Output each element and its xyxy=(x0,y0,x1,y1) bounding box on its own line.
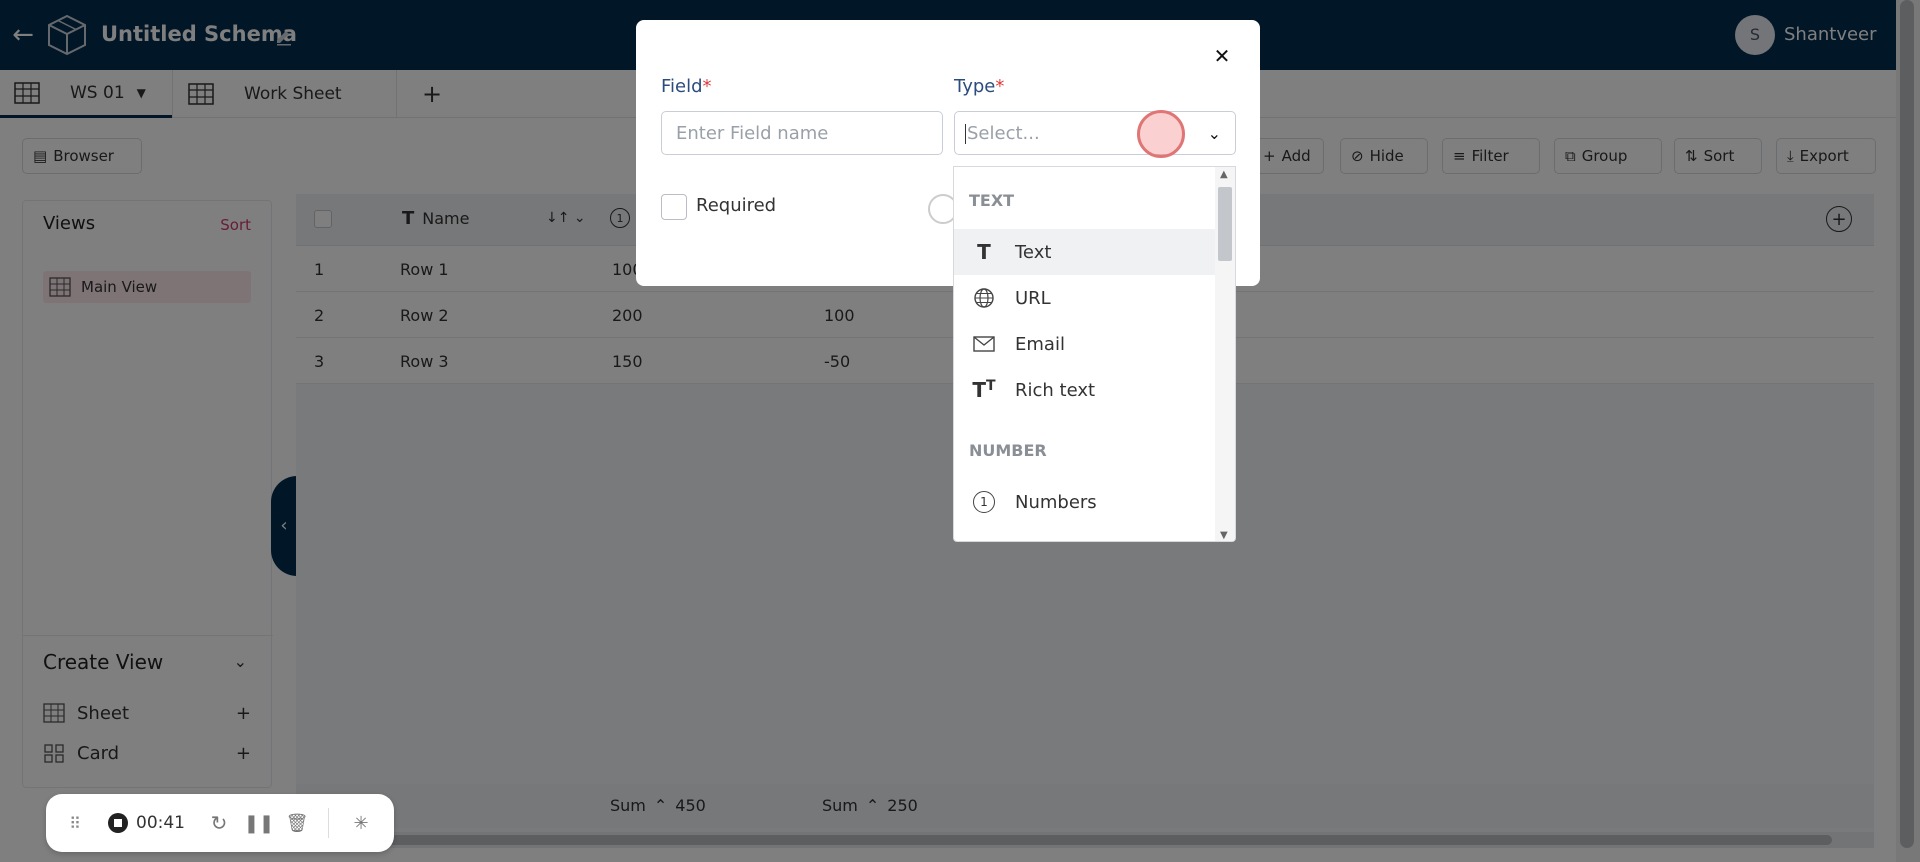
option-label: Rich text xyxy=(1015,379,1096,401)
scroll-thumb[interactable] xyxy=(1218,187,1232,261)
close-icon[interactable]: ✕ xyxy=(1210,44,1234,68)
type-dropdown-menu: TEXT T Text URL Email TT Rich text NUMBE… xyxy=(953,166,1236,542)
click-effect-icon[interactable]: ✳ xyxy=(348,810,374,836)
number-circle-icon: 1 xyxy=(971,491,997,513)
group-text-header: TEXT xyxy=(969,191,1015,210)
required-label: Required xyxy=(696,195,777,216)
type-option-numbers[interactable]: 1 Numbers xyxy=(954,479,1216,525)
type-option-rich-text[interactable]: TT Rich text xyxy=(954,367,1216,413)
type-option-text[interactable]: T Text xyxy=(954,229,1216,275)
chevron-down-icon[interactable]: ⌄ xyxy=(1208,124,1221,143)
type-option-email[interactable]: Email xyxy=(954,321,1216,367)
pause-icon[interactable]: ❚❚ xyxy=(244,810,274,836)
field-name-input[interactable]: Enter Field name xyxy=(661,111,943,155)
option-label: Numbers xyxy=(1015,491,1097,513)
text-type-icon: T xyxy=(977,240,991,264)
required-checkbox[interactable] xyxy=(661,194,687,220)
globe-icon xyxy=(971,287,997,309)
field-label: Field* xyxy=(661,76,712,97)
stop-icon xyxy=(108,813,128,833)
scroll-up-arrow-icon[interactable]: ▲ xyxy=(1220,169,1228,180)
option-label: Text xyxy=(1015,241,1052,263)
recording-time: 00:41 xyxy=(136,813,185,833)
group-number-header: NUMBER xyxy=(969,441,1047,460)
type-select[interactable]: Select... ⌄ xyxy=(954,111,1236,155)
mail-icon xyxy=(971,335,997,353)
scroll-down-arrow-icon[interactable]: ▼ xyxy=(1220,530,1228,541)
app-root: ← Untitled Schema S Shantveer WS 01 ▼ Wo… xyxy=(0,0,1920,862)
restart-icon[interactable]: ↻ xyxy=(206,810,232,836)
cursor-click-indicator xyxy=(1137,110,1185,158)
type-option-url[interactable]: URL xyxy=(954,275,1216,321)
rich-text-icon: TT xyxy=(972,378,996,402)
option-label: URL xyxy=(1015,287,1051,309)
screen-recorder-widget: ⠿ 00:41 ↻ ❚❚ 🗑 ✳ xyxy=(46,794,394,852)
dropdown-scrollbar[interactable]: ▲ ▼ xyxy=(1215,167,1235,541)
drag-handle-icon[interactable]: ⠿ xyxy=(66,810,84,836)
text-caret xyxy=(965,124,966,144)
trash-icon[interactable]: 🗑 xyxy=(284,810,310,836)
divider xyxy=(328,808,329,838)
type-label: Type* xyxy=(954,76,1005,97)
type-placeholder: Select... xyxy=(967,122,1040,144)
option-label: Email xyxy=(1015,333,1065,355)
stop-recording-button[interactable]: 00:41 xyxy=(108,810,185,836)
